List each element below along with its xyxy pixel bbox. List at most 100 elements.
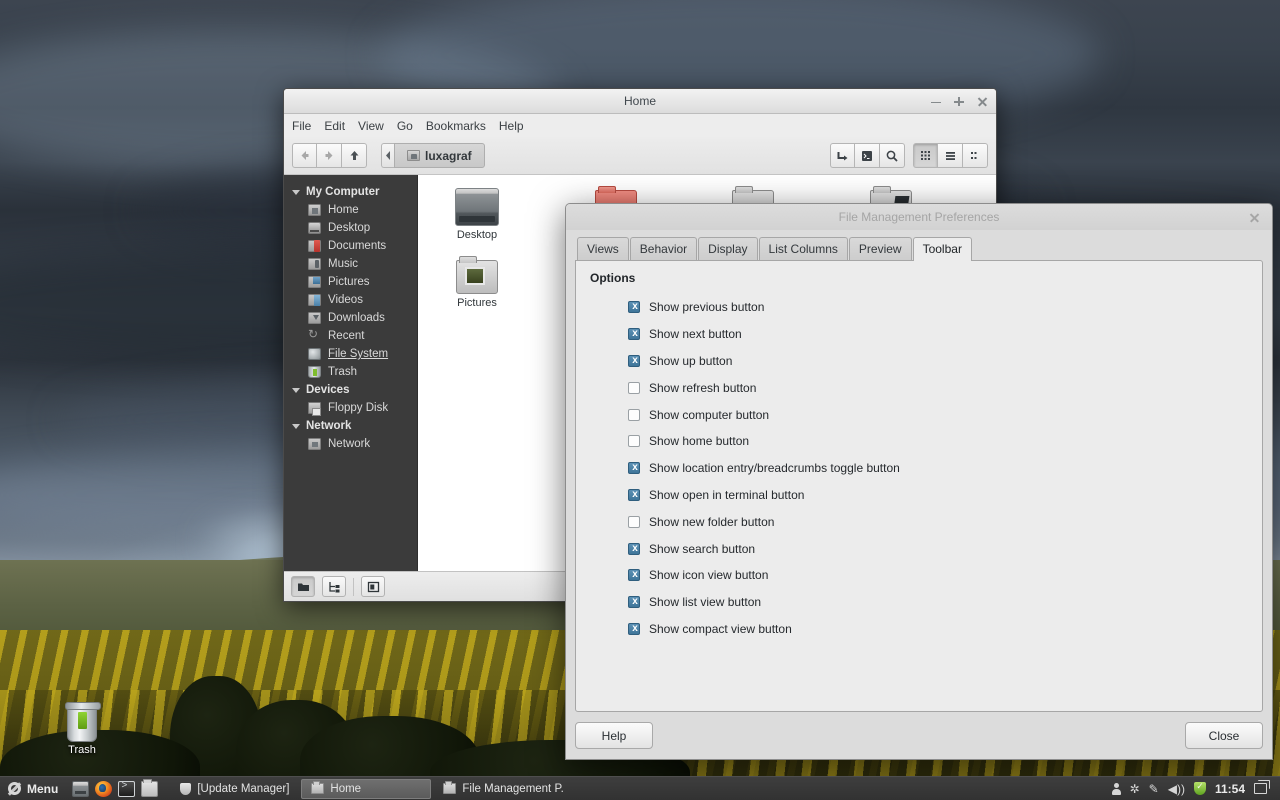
tree-view-button[interactable]: [322, 576, 346, 597]
menu-button-label: Menu: [27, 782, 58, 796]
option-show-search-button[interactable]: Show search button: [590, 535, 1248, 562]
clock[interactable]: 11:54: [1215, 782, 1245, 796]
menu-go[interactable]: Go: [397, 119, 413, 133]
menu-bookmarks[interactable]: Bookmarks: [426, 119, 486, 133]
checkbox[interactable]: [628, 543, 640, 555]
sidebar-group-my-computer[interactable]: My Computer: [284, 183, 417, 201]
user-icon[interactable]: [1112, 783, 1121, 795]
network-icon[interactable]: ✎: [1149, 783, 1159, 795]
maximize-icon[interactable]: [953, 96, 965, 108]
places-view-button[interactable]: [291, 576, 315, 597]
menu-button[interactable]: Menu: [4, 782, 65, 796]
compact-icon[interactable]: [963, 143, 988, 168]
sidebar-group-network[interactable]: Network: [284, 417, 417, 435]
minimize-icon[interactable]: [930, 96, 942, 108]
file-item-pictures[interactable]: Pictures: [442, 258, 512, 309]
back-button[interactable]: [292, 143, 317, 168]
task-file-management-preferences[interactable]: File Management P...: [434, 779, 564, 799]
terminal-icon[interactable]: [118, 781, 135, 797]
sidebar-item-network[interactable]: Network: [284, 435, 417, 453]
menu-edit[interactable]: Edit: [324, 119, 345, 133]
checkbox[interactable]: [628, 489, 640, 501]
grid-icon[interactable]: [913, 143, 938, 168]
close-button[interactable]: Close: [1185, 722, 1263, 749]
task-update-manager[interactable]: [Update Manager]: [171, 779, 298, 799]
show-desktop-icon[interactable]: [72, 781, 89, 797]
forward-button[interactable]: [317, 143, 342, 168]
close-icon[interactable]: [1249, 212, 1260, 223]
sidebar-item-trash[interactable]: Trash: [284, 363, 417, 381]
tab-list-columns[interactable]: List Columns: [759, 237, 848, 260]
location-entry-icon[interactable]: [830, 143, 855, 168]
option-show-up-button[interactable]: Show up button: [590, 348, 1248, 375]
chevron-left-icon[interactable]: [381, 143, 394, 168]
option-show-home-button[interactable]: Show home button: [590, 428, 1248, 455]
option-show-icon-view-button[interactable]: Show icon view button: [590, 562, 1248, 589]
checkbox[interactable]: [628, 409, 640, 421]
breadcrumb-label: luxagraf: [425, 149, 472, 163]
desktop-icon-trash[interactable]: Trash: [52, 706, 112, 756]
search-icon[interactable]: [880, 143, 905, 168]
breadcrumb[interactable]: luxagraf: [394, 143, 485, 168]
option-label: Show up button: [649, 354, 732, 368]
menu-file[interactable]: File: [292, 119, 311, 133]
option-show-refresh-button[interactable]: Show refresh button: [590, 374, 1248, 401]
sidebar-item-music[interactable]: Music: [284, 255, 417, 273]
checkbox[interactable]: [628, 435, 640, 447]
list-icon[interactable]: [938, 143, 963, 168]
music-folder-icon: [308, 258, 321, 270]
tab-toolbar[interactable]: Toolbar: [913, 237, 972, 261]
sidebar-item-desktop[interactable]: Desktop: [284, 219, 417, 237]
close-icon[interactable]: [976, 96, 988, 108]
sidebar-toggle-button[interactable]: [361, 576, 385, 597]
sidebar-item-floppy-disk[interactable]: Floppy Disk: [284, 399, 417, 417]
option-show-new-folder-button[interactable]: Show new folder button: [590, 508, 1248, 535]
option-show-compact-view-button[interactable]: Show compact view button: [590, 616, 1248, 643]
menu-help[interactable]: Help: [499, 119, 524, 133]
sidebar-item-videos[interactable]: Videos: [284, 291, 417, 309]
sidebar-item-recent[interactable]: Recent: [284, 327, 417, 345]
checkbox[interactable]: [628, 328, 640, 340]
checkbox[interactable]: [628, 382, 640, 394]
file-item-desktop[interactable]: Desktop: [442, 188, 512, 241]
tab-display[interactable]: Display: [698, 237, 757, 260]
option-show-open-in-terminal-button[interactable]: Show open in terminal button: [590, 482, 1248, 509]
checkbox[interactable]: [628, 569, 640, 581]
task-home[interactable]: Home: [301, 779, 431, 799]
option-show-next-button[interactable]: Show next button: [590, 321, 1248, 348]
folder-icon[interactable]: [141, 781, 158, 797]
sidebar-item-file-system[interactable]: File System: [284, 345, 417, 363]
sidebar-item-downloads[interactable]: Downloads: [284, 309, 417, 327]
windows-icon[interactable]: [1254, 783, 1267, 794]
up-button[interactable]: [342, 143, 367, 168]
firefox-icon[interactable]: [95, 781, 112, 797]
option-show-previous-button[interactable]: Show previous button: [590, 294, 1248, 321]
sidebar-item-label: Documents: [328, 240, 386, 252]
terminal-icon[interactable]: [855, 143, 880, 168]
sidebar-group-devices[interactable]: Devices: [284, 381, 417, 399]
sidebar-item-pictures[interactable]: Pictures: [284, 273, 417, 291]
checkbox[interactable]: [628, 596, 640, 608]
tab-views[interactable]: Views: [577, 237, 629, 260]
option-show-location-entry-breadcrumbs-toggle-button[interactable]: Show location entry/breadcrumbs toggle b…: [590, 455, 1248, 482]
checkbox[interactable]: [628, 355, 640, 367]
checkbox[interactable]: [628, 516, 640, 528]
sidebar-item-documents[interactable]: Documents: [284, 237, 417, 255]
help-button[interactable]: Help: [575, 722, 653, 749]
checkbox[interactable]: [628, 462, 640, 474]
checkbox[interactable]: [628, 301, 640, 313]
volume-icon[interactable]: ◀)): [1168, 783, 1185, 795]
option-show-computer-button[interactable]: Show computer button: [590, 401, 1248, 428]
option-show-list-view-button[interactable]: Show list view button: [590, 589, 1248, 616]
checkbox[interactable]: [628, 623, 640, 635]
preferences-dialog[interactable]: File Management Preferences Views Behavi…: [565, 203, 1273, 760]
update-shield-icon[interactable]: [1194, 782, 1206, 795]
tab-preview[interactable]: Preview: [849, 237, 912, 260]
window-titlebar[interactable]: Home: [284, 89, 996, 114]
tab-behavior[interactable]: Behavior: [630, 237, 697, 260]
menu-view[interactable]: View: [358, 119, 384, 133]
bluetooth-icon[interactable]: ✲: [1130, 783, 1140, 795]
sidebar-item-home[interactable]: Home: [284, 201, 417, 219]
dialog-titlebar[interactable]: File Management Preferences: [566, 204, 1272, 230]
trash-icon: [308, 366, 321, 378]
